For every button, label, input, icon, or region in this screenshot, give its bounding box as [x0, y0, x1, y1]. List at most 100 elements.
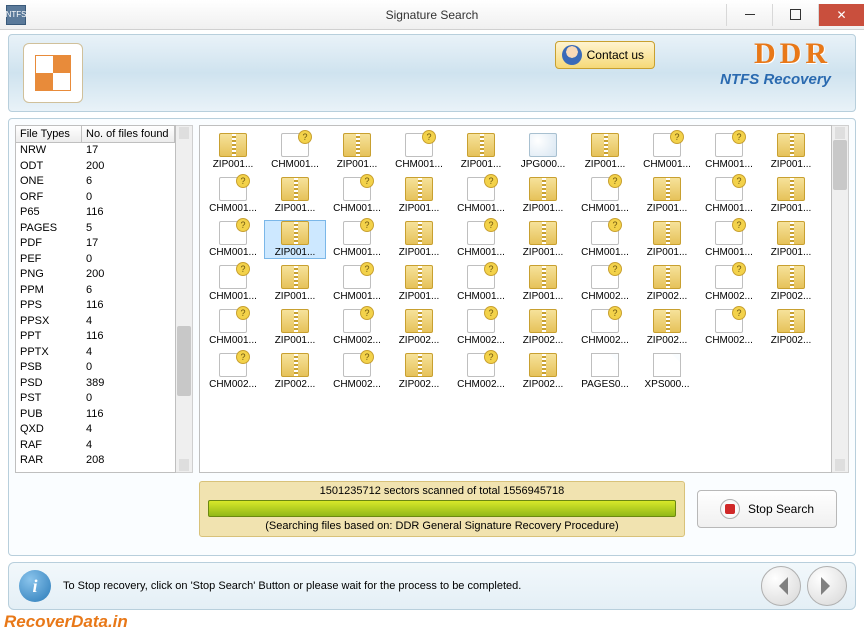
file-item[interactable]: ZIP001... — [513, 221, 573, 258]
file-item[interactable]: ZIP001... — [265, 221, 325, 258]
file-item[interactable]: ZIP001... — [265, 177, 325, 214]
file-item[interactable]: CHM001... — [699, 177, 759, 214]
file-item[interactable]: ZIP001... — [575, 133, 635, 170]
file-item[interactable]: ZIP001... — [265, 265, 325, 302]
file-type-row[interactable]: PST0 — [16, 391, 175, 407]
file-item[interactable]: CHM001... — [451, 221, 511, 258]
file-type-row[interactable]: PAGES5 — [16, 221, 175, 237]
file-item[interactable]: CHM002... — [699, 309, 759, 346]
file-item[interactable]: ZIP001... — [637, 221, 697, 258]
file-item[interactable]: ZIP001... — [761, 221, 821, 258]
left-scrollbar[interactable] — [176, 125, 193, 473]
file-type-row[interactable]: ONE6 — [16, 174, 175, 190]
file-type-row[interactable]: RAF4 — [16, 438, 175, 454]
file-type-name: ORF — [20, 190, 86, 206]
right-scrollbar[interactable] — [832, 125, 849, 473]
file-type-row[interactable]: PPSX4 — [16, 314, 175, 330]
file-item[interactable]: CHM001... — [203, 265, 263, 302]
file-item[interactable]: ZIP001... — [389, 221, 449, 258]
file-item[interactable]: CHM001... — [699, 133, 759, 170]
file-item[interactable]: CHM001... — [203, 177, 263, 214]
maximize-button[interactable] — [772, 4, 818, 26]
file-type-row[interactable]: PPT116 — [16, 329, 175, 345]
file-item[interactable]: CHM002... — [451, 309, 511, 346]
file-item[interactable]: CHM002... — [575, 265, 635, 302]
file-item[interactable]: CHM001... — [451, 265, 511, 302]
file-item[interactable]: ZIP001... — [513, 177, 573, 214]
file-item[interactable]: ZIP001... — [389, 265, 449, 302]
file-type-count: 6 — [86, 174, 171, 190]
file-type-name: PSD — [20, 376, 86, 392]
file-item[interactable]: CHM002... — [203, 353, 263, 390]
file-item[interactable]: CHM001... — [451, 177, 511, 214]
contact-us-button[interactable]: Contact us — [555, 41, 655, 69]
file-type-row[interactable]: PPS116 — [16, 298, 175, 314]
progress-status: 1501235712 sectors scanned of total 1556… — [208, 485, 676, 497]
file-item[interactable]: ZIP001... — [637, 177, 697, 214]
file-type-row[interactable]: PEF0 — [16, 252, 175, 268]
file-item[interactable]: ZIP001... — [327, 133, 387, 170]
file-item[interactable]: CHM001... — [327, 265, 387, 302]
file-item[interactable]: CHM001... — [203, 309, 263, 346]
col-files-found[interactable]: No. of files found — [82, 126, 175, 142]
file-item[interactable]: CHM002... — [327, 353, 387, 390]
minimize-button[interactable] — [726, 4, 772, 26]
file-item[interactable]: ZIP002... — [513, 309, 573, 346]
col-file-types[interactable]: File Types — [16, 126, 82, 142]
file-item[interactable]: CHM001... — [575, 177, 635, 214]
file-type-row[interactable]: PDF17 — [16, 236, 175, 252]
right-scroll-thumb[interactable] — [833, 140, 847, 190]
file-label: ZIP002... — [513, 335, 573, 346]
file-item[interactable]: PAGES0... — [575, 353, 635, 390]
file-type-row[interactable]: PNG200 — [16, 267, 175, 283]
file-type-row[interactable]: ORF0 — [16, 190, 175, 206]
file-item[interactable]: ZIP002... — [637, 265, 697, 302]
file-item[interactable]: CHM002... — [327, 309, 387, 346]
file-item[interactable]: CHM001... — [327, 177, 387, 214]
file-item[interactable]: ZIP001... — [389, 177, 449, 214]
file-type-name: P65 — [20, 205, 86, 221]
file-item[interactable]: CHM001... — [203, 221, 263, 258]
file-item[interactable]: ZIP001... — [451, 133, 511, 170]
file-item[interactable]: JPG000... — [513, 133, 573, 170]
file-type-row[interactable]: PUB116 — [16, 407, 175, 423]
file-item[interactable]: ZIP002... — [513, 353, 573, 390]
file-type-row[interactable]: P65116 — [16, 205, 175, 221]
file-item[interactable]: CHM001... — [575, 221, 635, 258]
prev-button[interactable] — [761, 566, 801, 606]
file-item[interactable]: ZIP001... — [203, 133, 263, 170]
file-item[interactable]: CHM001... — [637, 133, 697, 170]
file-type-row[interactable]: RAR208 — [16, 453, 175, 469]
file-item[interactable]: ZIP002... — [761, 309, 821, 346]
file-item[interactable]: CHM001... — [699, 221, 759, 258]
file-type-row[interactable]: PPTX4 — [16, 345, 175, 361]
close-button[interactable] — [818, 4, 864, 26]
left-scroll-thumb[interactable] — [177, 326, 191, 396]
file-type-row[interactable]: ODT200 — [16, 159, 175, 175]
file-item[interactable]: ZIP002... — [761, 265, 821, 302]
file-item[interactable]: CHM001... — [389, 133, 449, 170]
file-item[interactable]: ZIP001... — [513, 265, 573, 302]
next-button[interactable] — [807, 566, 847, 606]
file-item[interactable]: ZIP001... — [265, 309, 325, 346]
file-type-row[interactable]: PSD389 — [16, 376, 175, 392]
file-item[interactable]: ZIP002... — [637, 309, 697, 346]
chm-file-icon — [715, 221, 743, 245]
file-item[interactable]: XPS000... — [637, 353, 697, 390]
file-item[interactable]: CHM002... — [575, 309, 635, 346]
file-item[interactable]: ZIP002... — [389, 353, 449, 390]
file-type-row[interactable]: NRW17 — [16, 143, 175, 159]
stop-search-button[interactable]: Stop Search — [697, 490, 837, 528]
file-item[interactable]: ZIP002... — [265, 353, 325, 390]
file-type-row[interactable]: PSB0 — [16, 360, 175, 376]
file-type-row[interactable]: PPM6 — [16, 283, 175, 299]
file-item[interactable]: CHM002... — [451, 353, 511, 390]
file-type-row[interactable]: QXD4 — [16, 422, 175, 438]
file-item[interactable]: ZIP001... — [761, 177, 821, 214]
file-item[interactable]: ZIP001... — [761, 133, 821, 170]
file-item[interactable]: CHM001... — [265, 133, 325, 170]
file-item[interactable]: ZIP002... — [389, 309, 449, 346]
file-item[interactable]: CHM001... — [327, 221, 387, 258]
progress-bar — [208, 500, 676, 517]
file-item[interactable]: CHM002... — [699, 265, 759, 302]
